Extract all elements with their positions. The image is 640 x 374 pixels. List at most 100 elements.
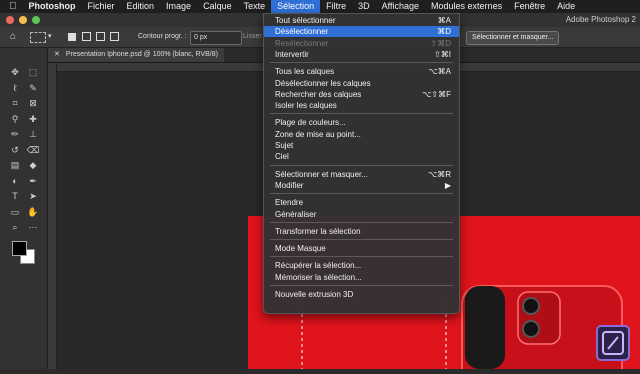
menu-item-label: Récupérer la sélection... [275, 261, 362, 271]
menu-item-mode-masque[interactable]: Mode Masque [264, 243, 459, 254]
menu-item-deselectionner[interactable]: Désélectionner ⌘D [264, 26, 459, 38]
apple-icon[interactable]:  [0, 1, 23, 12]
menu-separator [270, 113, 453, 115]
gradient-tool-icon[interactable]: ▤ [8, 159, 22, 171]
menu-item-label: Modifier [275, 180, 304, 190]
menu-item-nouvelle-extrusion-3d[interactable]: Nouvelle extrusion 3D [264, 289, 459, 300]
subtract-selection-icon[interactable] [96, 32, 105, 41]
menu-item-shortcut: ⌥⌘A [428, 67, 451, 77]
menu-photoshop[interactable]: Photoshop [23, 0, 82, 13]
eyedropper-tool-icon[interactable]: ⚲ [8, 113, 22, 125]
foreground-color-swatch[interactable] [12, 241, 27, 256]
menu-item-memoriser-la-selection[interactable]: Mémoriser la sélection... [264, 272, 459, 283]
menu-item-selectionner-et-masquer[interactable]: Sélectionner et masquer... ⌥⌘R [264, 169, 459, 180]
crop-tool-icon[interactable]: ⌗ [8, 97, 22, 109]
path-select-tool-icon[interactable]: ➤ [26, 190, 40, 202]
menu-image[interactable]: Image [160, 0, 197, 13]
menu-item-tous-les-calques[interactable]: Tous les calques ⌥⌘A [264, 66, 459, 77]
menu-item-recuperer-la-selection[interactable]: Récupérer la sélection... [264, 260, 459, 271]
menu-s-lection[interactable]: Sélection [271, 0, 321, 13]
more-tools-icon[interactable]: ⋯ [26, 221, 40, 233]
menu-item-label: Rechercher des calques [275, 89, 362, 99]
menu-item-isoler-les-calques[interactable]: Isoler les calques [264, 100, 459, 111]
marquee-tool-icon[interactable]: ⬚ [26, 66, 40, 78]
menu-item-shortcut: ⌥⇧⌘F [422, 89, 451, 99]
menu-3d[interactable]: 3D [352, 0, 376, 13]
menu-item-label: Ciel [275, 152, 289, 162]
menu-item-transformer-la-selection[interactable]: Transformer la sélection [264, 226, 459, 237]
menu-item-generaliser[interactable]: Généraliser [264, 209, 459, 220]
select-and-mask-button[interactable]: Sélectionner et masquer... [466, 31, 560, 45]
feather-input[interactable]: 0 px [190, 31, 242, 45]
menu-modules-externes[interactable]: Modules externes [425, 0, 508, 13]
antialias-label[interactable]: Lisser [243, 31, 262, 43]
menu-item-label: Zone de mise au point... [275, 129, 361, 139]
quick-select-tool-icon[interactable]: ✎ [26, 82, 40, 94]
new-selection-icon[interactable] [68, 33, 76, 41]
home-icon[interactable]: ⌂ [10, 31, 16, 43]
app-title: Adobe Photoshop 2 [565, 15, 636, 24]
menu-item-label: Plage de couleurs... [275, 118, 346, 128]
menu-item-deselectionner-les-calques[interactable]: Désélectionner les calques [264, 78, 459, 89]
blur-tool-icon[interactable]: ◆ [26, 159, 40, 171]
close-window-button[interactable] [6, 16, 14, 24]
menu-item-tout-selectionner[interactable]: Tout sélectionner ⌘A [264, 15, 459, 26]
vertical-ruler[interactable] [48, 63, 57, 369]
eraser-tool-icon[interactable]: ⌫ [26, 144, 40, 156]
menu-item-etendre[interactable]: Etendre [264, 197, 459, 208]
rectangle-tool-icon[interactable]: ▭ [8, 206, 22, 218]
menu-item-label: Tous les calques [275, 67, 335, 77]
menu-item-shortcut: ⌥⌘R [428, 169, 451, 179]
intersect-selection-icon[interactable] [110, 32, 119, 41]
pen-tool-icon[interactable]: ✒ [26, 175, 40, 187]
window-controls [6, 16, 40, 24]
hand-tool-icon[interactable]: ✋ [26, 206, 40, 218]
logo-icon [602, 331, 624, 355]
menu-item-label: Transformer la sélection [275, 226, 361, 236]
marquee-preset-icon[interactable] [30, 32, 46, 43]
menu-item-zone-de-mise-au-point[interactable]: Zone de mise au point... [264, 129, 459, 140]
move-tool-icon[interactable]: ✥ [8, 66, 22, 78]
menu-item-intervertir[interactable]: Intervertir ⇧⌘I [264, 49, 459, 60]
menu-item-modifier[interactable]: Modifier ▶ [264, 180, 459, 191]
menu-affichage[interactable]: Affichage [376, 0, 425, 13]
menu-item-shortcut: ⌘D [437, 27, 451, 37]
zoom-tool-icon[interactable]: ⌕ [8, 221, 22, 233]
document-tab[interactable]: ✕ Presentation Iphone.psd @ 100% (blanc,… [48, 48, 224, 62]
clone-stamp-tool-icon[interactable]: ⊥ [26, 128, 40, 140]
menu-item-label: Sélectionner et masquer... [275, 169, 368, 179]
lasso-tool-icon[interactable]: ℓ [8, 82, 22, 94]
frame-tool-icon[interactable]: ⊠ [26, 97, 40, 109]
healing-brush-tool-icon[interactable]: ✚ [26, 113, 40, 125]
menu-calque[interactable]: Calque [197, 0, 238, 13]
menu-item-plage-de-couleurs[interactable]: Plage de couleurs... [264, 117, 459, 128]
submenu-arrow-icon: ▶ [444, 180, 451, 190]
chevron-down-icon[interactable]: ▾ [48, 31, 52, 43]
menu-bar:  PhotoshopFichierEditionImageCalqueText… [0, 0, 640, 13]
menu-separator [270, 221, 453, 223]
menu-fen-tre[interactable]: Fenêtre [508, 0, 551, 13]
menu-item-rechercher-des-calques[interactable]: Rechercher des calques ⌥⇧⌘F [264, 89, 459, 100]
feather-label: Contour progr. : [138, 33, 187, 40]
zoom-window-button[interactable] [32, 16, 40, 24]
menu-item-sujet[interactable]: Sujet [264, 140, 459, 151]
menu-item-reselectionner: Resélectionner ⇧⌘D [264, 38, 459, 49]
menu-item-ciel[interactable]: Ciel [264, 151, 459, 162]
menu-texte[interactable]: Texte [238, 0, 272, 13]
dodge-tool-icon[interactable]: ◐ [8, 175, 22, 187]
history-brush-tool-icon[interactable]: ↺ [8, 144, 22, 156]
menu-item-label: Désélectionner les calques [275, 78, 371, 88]
add-selection-icon[interactable] [82, 32, 91, 41]
menu-filtre[interactable]: Filtre [320, 0, 352, 13]
brush-tool-icon[interactable]: ✏ [8, 128, 22, 140]
menu-separator [270, 164, 453, 166]
minimize-window-button[interactable] [19, 16, 27, 24]
document-tab-label: Presentation Iphone.psd @ 100% (blanc, R… [65, 51, 218, 58]
type-tool-icon[interactable]: T [8, 190, 22, 202]
menu-separator [270, 62, 453, 64]
menu-separator [270, 256, 453, 258]
menu-edition[interactable]: Edition [121, 0, 161, 13]
close-tab-icon[interactable]: ✕ [54, 51, 60, 58]
menu-fichier[interactable]: Fichier [82, 0, 121, 13]
menu-aide[interactable]: Aide [551, 0, 581, 13]
